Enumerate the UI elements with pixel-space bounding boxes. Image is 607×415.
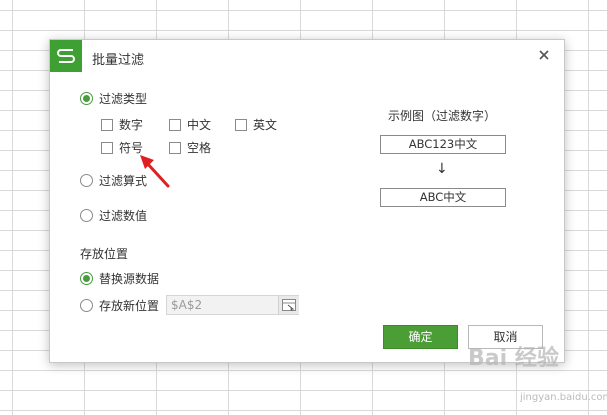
example-before: ABC123中文 (380, 135, 506, 154)
english-label: 英文 (253, 118, 278, 132)
replace-source-radio[interactable] (80, 272, 93, 285)
replace-source-label: 替换源数据 (99, 272, 160, 286)
symbols-checkbox[interactable] (101, 142, 113, 154)
filter-value-radio[interactable] (80, 209, 93, 222)
dialog-titlebar: 批量过滤 (50, 40, 564, 72)
digits-label: 数字 (119, 118, 144, 132)
down-arrow-icon: ↓ (436, 161, 448, 177)
baidu-watermark: Bai 经验 (468, 346, 559, 371)
filter-value-label: 过滤数值 (99, 209, 148, 223)
chinese-checkbox[interactable] (169, 119, 181, 131)
filter-type-radio[interactable] (80, 92, 93, 105)
digits-checkbox[interactable] (101, 119, 113, 131)
ok-button[interactable]: 确定 (383, 325, 458, 349)
range-select-icon[interactable] (278, 296, 299, 314)
dialog-title: 批量过滤 (92, 53, 145, 68)
filter-formula-label: 过滤算式 (99, 174, 148, 188)
chinese-label: 中文 (187, 118, 212, 132)
storage-section-label: 存放位置 (80, 247, 129, 261)
wps-logo-icon (50, 40, 82, 72)
example-after: ABC中文 (380, 188, 506, 207)
close-icon[interactable] (536, 47, 552, 63)
english-checkbox[interactable] (235, 119, 247, 131)
new-location-label: 存放新位置 (99, 299, 160, 313)
batch-filter-dialog: 批量过滤 过滤类型 数字 中文 英文 符号 空格 过滤算式 过滤数值 示例图（过… (49, 39, 565, 363)
spaces-label: 空格 (187, 141, 212, 155)
filter-type-label: 过滤类型 (99, 92, 148, 106)
baidu-watermark-url: jingyan.baidu.com (520, 392, 607, 403)
example-title: 示例图（过滤数字） (388, 109, 497, 123)
new-location-radio[interactable] (80, 299, 93, 312)
filter-formula-radio[interactable] (80, 174, 93, 187)
